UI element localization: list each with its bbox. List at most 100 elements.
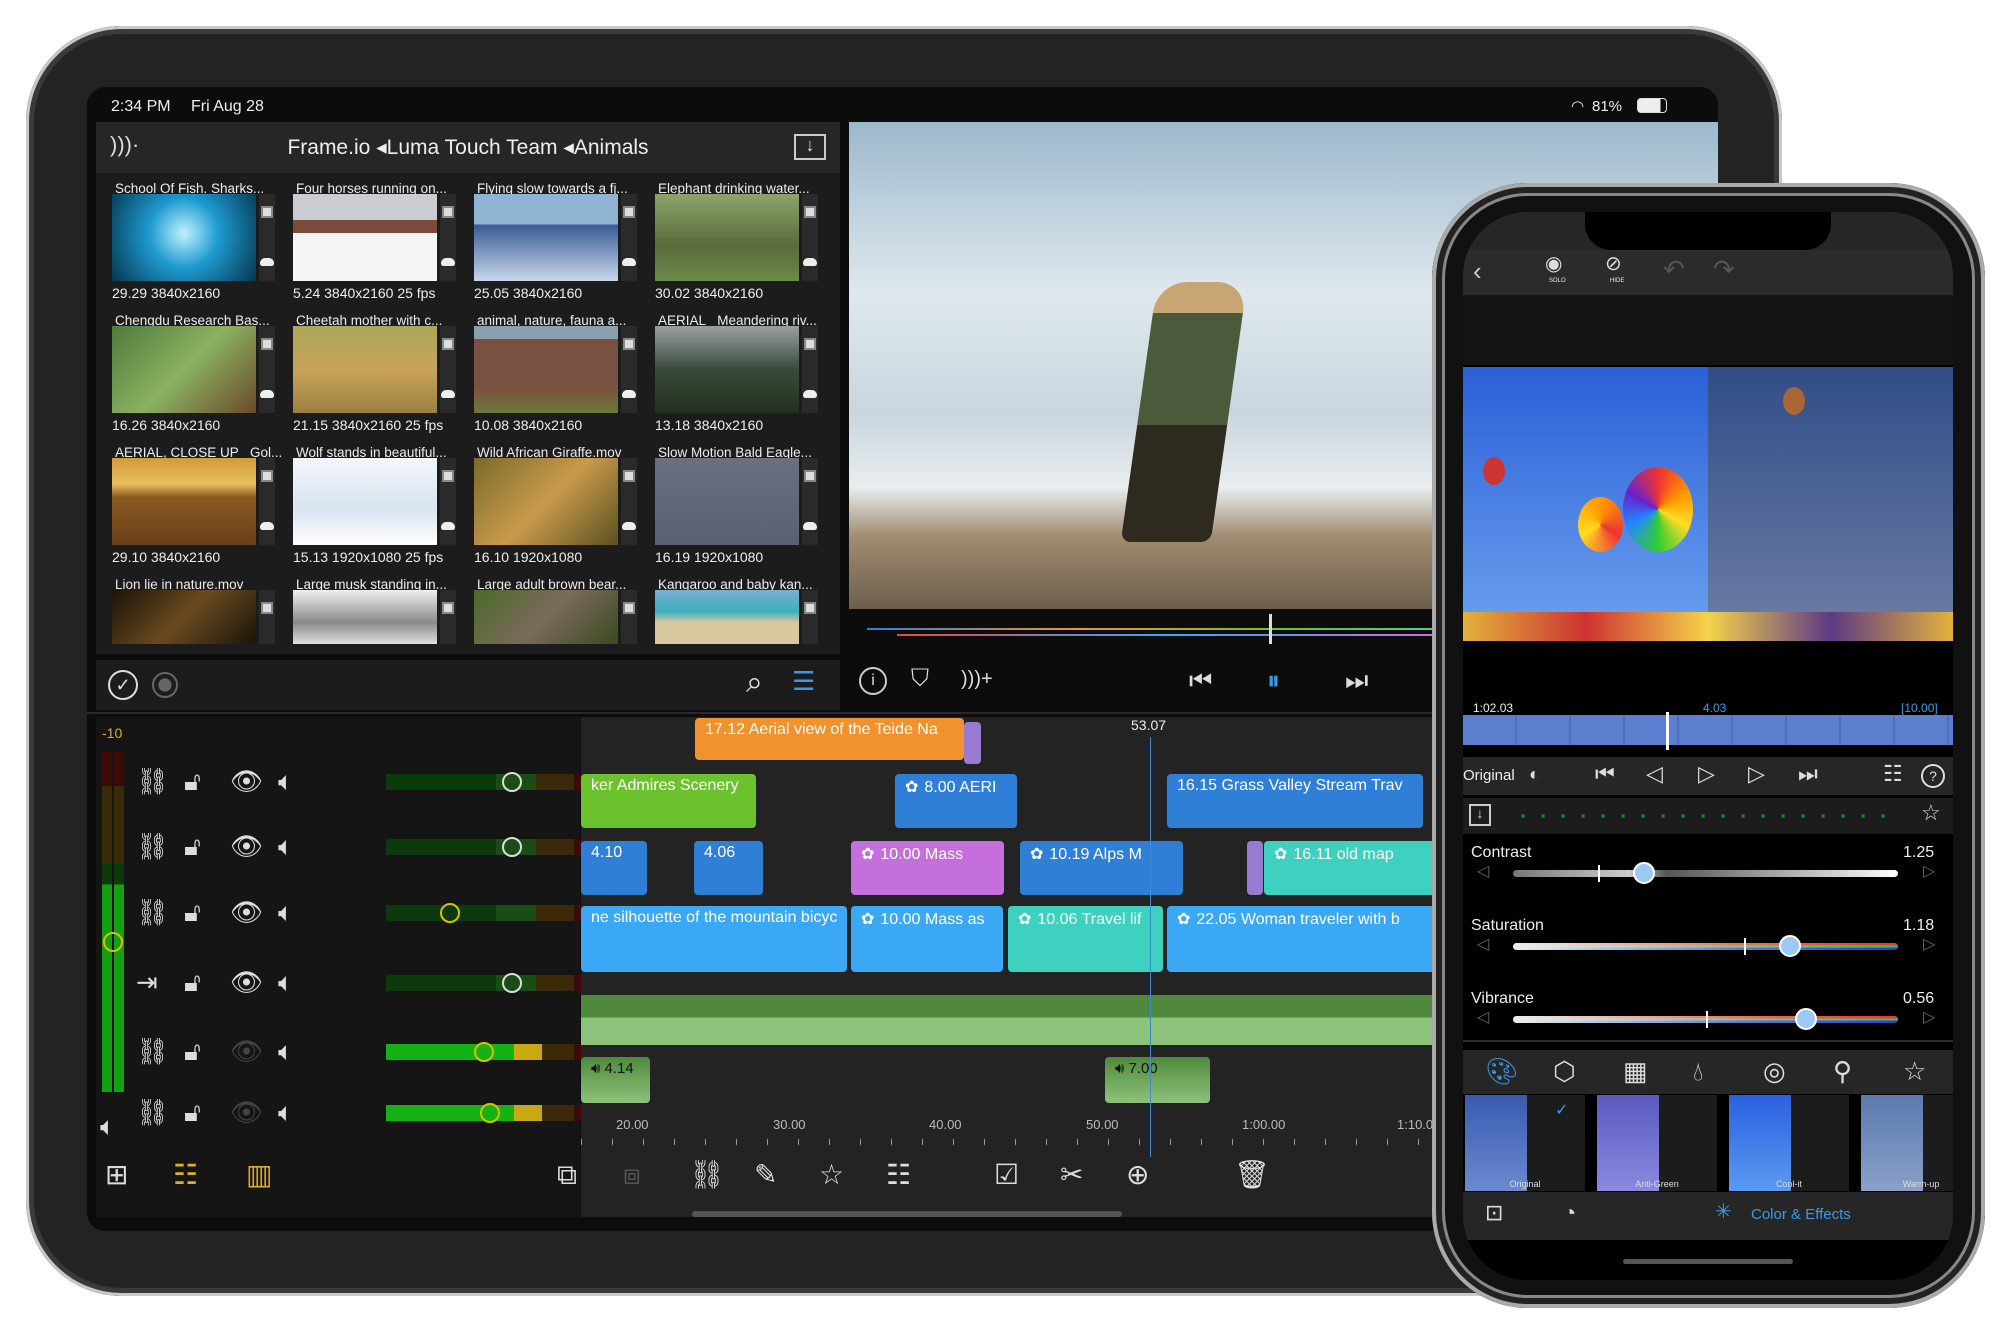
link-icon[interactable]: ⛓ <box>136 1038 169 1064</box>
speaker-icon[interactable]: 🔈︎ <box>278 1099 294 1125</box>
info-icon[interactable]: i <box>859 667 887 695</box>
add-favorite-star-icon[interactable]: ☆ <box>1921 802 1941 824</box>
media-item[interactable]: Wolf stands in beautiful... 15.13 1920x10… <box>293 445 474 577</box>
list-view-icon[interactable]: ☰ <box>792 668 815 694</box>
slider-knob[interactable] <box>1779 935 1802 957</box>
drop-tab-icon[interactable]: 💧︎ <box>1693 1058 1703 1084</box>
link-icon[interactable]: ⛓ <box>136 1099 169 1125</box>
media-thumbnail[interactable] <box>474 458 618 545</box>
timeline-ruler[interactable]: 20.00 30.00 40.00 50.00 1:00.00 1:10.00 <box>581 1117 1461 1147</box>
spiral-tab-icon[interactable]: ◎ <box>1763 1058 1786 1084</box>
timeline-clip[interactable]: ✿ 10.19 Alps M <box>1020 841 1183 895</box>
keyhole-tab-icon[interactable]: ⚲ <box>1833 1058 1852 1084</box>
eye-icon[interactable]: 👁︎ <box>230 768 263 794</box>
speaker-icon[interactable]: 🔈︎ <box>278 768 294 794</box>
record-icon[interactable] <box>152 672 178 698</box>
audio-track-waveform[interactable] <box>581 995 1461 1045</box>
decrease-icon[interactable]: ◁ <box>1477 1010 1489 1026</box>
volume-fader[interactable] <box>386 903 586 923</box>
volume-knob[interactable] <box>502 837 522 857</box>
media-item[interactable]: Four horses running on... 5.24 3840x2160 … <box>293 181 474 313</box>
increase-icon[interactable]: ▷ <box>1923 864 1935 880</box>
preset-item[interactable]: Warm-up <box>1861 1095 1953 1191</box>
media-item[interactable]: Wild African Giraffe.mov 16.10 1920x1080 <box>474 445 655 577</box>
skip-end-icon[interactable]: ⏭ <box>1798 763 1818 785</box>
waveform-icon[interactable]: ▥ <box>246 1161 272 1189</box>
undo-icon[interactable]: ↶ <box>1663 256 1685 282</box>
media-thumbnail[interactable] <box>112 194 256 281</box>
unlock-icon[interactable]: 🔓︎ <box>184 833 201 859</box>
adjustment-slider[interactable] <box>1513 862 1898 884</box>
eye-icon[interactable]: 👁︎ <box>230 1099 263 1125</box>
audio-add-icon[interactable]: )))+ <box>961 669 993 689</box>
timeline-clip[interactable]: ✿ 10.00 Mass <box>851 841 1004 895</box>
volume-knob[interactable] <box>502 973 522 993</box>
color-effects-icon[interactable]: ✳ <box>1715 1202 1732 1222</box>
phone-preview[interactable] <box>1463 367 1953 641</box>
volume-knob[interactable] <box>440 903 460 923</box>
timeline-clip[interactable]: ✿ 10.00 Mass as <box>851 906 1003 972</box>
timeline-clip[interactable]: 16.15 Grass Valley Stream Trav <box>1167 774 1423 828</box>
clipboard-icon[interactable]: ☷ <box>886 1161 911 1189</box>
audio-clip[interactable]: 🔊︎ 7.00 <box>1105 1057 1210 1103</box>
increase-icon[interactable]: ▷ <box>1923 937 1935 953</box>
skip-start-icon[interactable]: ⏮ <box>1189 667 1212 693</box>
timeline-clip[interactable]: ne silhouette of the mountain bicyc <box>581 906 847 972</box>
add-clip-icon[interactable]: ⧉ <box>557 1161 577 1189</box>
arrow-to-bar-icon[interactable]: ⇥ <box>136 969 158 995</box>
volume-fader[interactable] <box>386 1042 586 1062</box>
step-back-icon[interactable]: ◁ <box>1646 763 1663 785</box>
media-thumbnail[interactable] <box>655 326 799 413</box>
media-thumbnail[interactable] <box>474 194 618 281</box>
redo-icon[interactable]: ↷ <box>1713 256 1735 282</box>
preset-item[interactable]: Cool-it <box>1729 1095 1849 1191</box>
media-thumbnail[interactable] <box>474 590 618 644</box>
delete-trash-icon[interactable]: 🗑︎ <box>1234 1161 1270 1189</box>
audio-clip[interactable]: 🔊︎ 4.14 <box>581 1057 650 1103</box>
media-thumbnail[interactable] <box>112 458 256 545</box>
increase-icon[interactable]: ▷ <box>1923 1010 1935 1026</box>
speaker-icon[interactable]: 🔈︎ <box>278 899 294 925</box>
unlock-icon[interactable]: 🔓︎ <box>184 899 201 925</box>
timeline[interactable]: 17.12 Aerial view of the Teide Na ker Adm… <box>581 717 1461 1217</box>
solo-eye-icon[interactable]: ◉ <box>1545 254 1562 274</box>
volume-knob[interactable] <box>474 1042 494 1062</box>
media-item[interactable]: Chengdu Research Bas... 16.26 3840x2160 <box>112 313 293 445</box>
media-item[interactable]: Slow Motion Bald Eagle... 16.19 1920x1080 <box>655 445 836 577</box>
master-volume-icon[interactable]: 🔈︎ <box>100 1113 116 1139</box>
color-effects-tab[interactable]: Color & Effects <box>1751 1206 1851 1223</box>
track-list-icon[interactable]: ☷ <box>173 1161 198 1189</box>
media-item[interactable]: animal, nature, fauna a... 10.08 3840x216… <box>474 313 655 445</box>
clipboard-icon[interactable]: ☷ <box>1883 763 1903 785</box>
timeline-clip[interactable]: ker Admires Scenery <box>581 774 756 828</box>
speaker-icon[interactable]: 🔈︎ <box>278 833 294 859</box>
media-thumbnail[interactable] <box>655 458 799 545</box>
add-track-icon[interactable]: ⊞ <box>105 1161 128 1189</box>
timeline-clip[interactable]: ✿ 8.00 AERI <box>895 774 1017 828</box>
hide-eye-icon[interactable]: ⊘ <box>1605 254 1622 274</box>
timeline-clip[interactable]: ✿ 22.05 Woman traveler with b <box>1167 906 1461 972</box>
pause-icon[interactable]: ⏸ <box>1267 667 1280 693</box>
media-thumbnail[interactable] <box>474 326 618 413</box>
media-item[interactable]: Elephant drinking water... 30.02 3840x216… <box>655 181 836 313</box>
compare-toggle-icon[interactable]: ◐ <box>1529 765 1540 783</box>
color-palette-tab-icon[interactable]: 🎨︎ <box>1485 1058 1518 1084</box>
back-icon[interactable]: ‹ <box>1473 258 1482 284</box>
cube-lut-tab-icon[interactable]: ⬡ <box>1553 1058 1576 1084</box>
select-check-icon[interactable]: ☑ <box>994 1161 1019 1189</box>
split-scissors-icon[interactable]: ✂ <box>1060 1161 1083 1189</box>
volume-knob[interactable] <box>502 772 522 792</box>
search-icon[interactable]: ⌕ <box>746 668 763 698</box>
speaker-icon[interactable]: 🔈︎ <box>278 1038 294 1064</box>
volume-knob[interactable] <box>480 1103 500 1123</box>
skip-end-icon[interactable]: ⏭ <box>1345 667 1368 693</box>
add-circle-icon[interactable]: ⊕ <box>1126 1161 1149 1189</box>
timeline-clip[interactable]: 17.12 Aerial view of the Teide Na <box>695 718 964 760</box>
transition-marker[interactable] <box>964 722 981 764</box>
media-thumbnail[interactable] <box>293 590 437 644</box>
decrease-icon[interactable]: ◁ <box>1477 937 1489 953</box>
playhead[interactable] <box>1150 737 1151 1157</box>
eye-icon[interactable]: 👁︎ <box>230 1038 263 1064</box>
media-thumbnail[interactable] <box>293 326 437 413</box>
unlock-icon[interactable]: 🔓︎ <box>184 768 201 794</box>
